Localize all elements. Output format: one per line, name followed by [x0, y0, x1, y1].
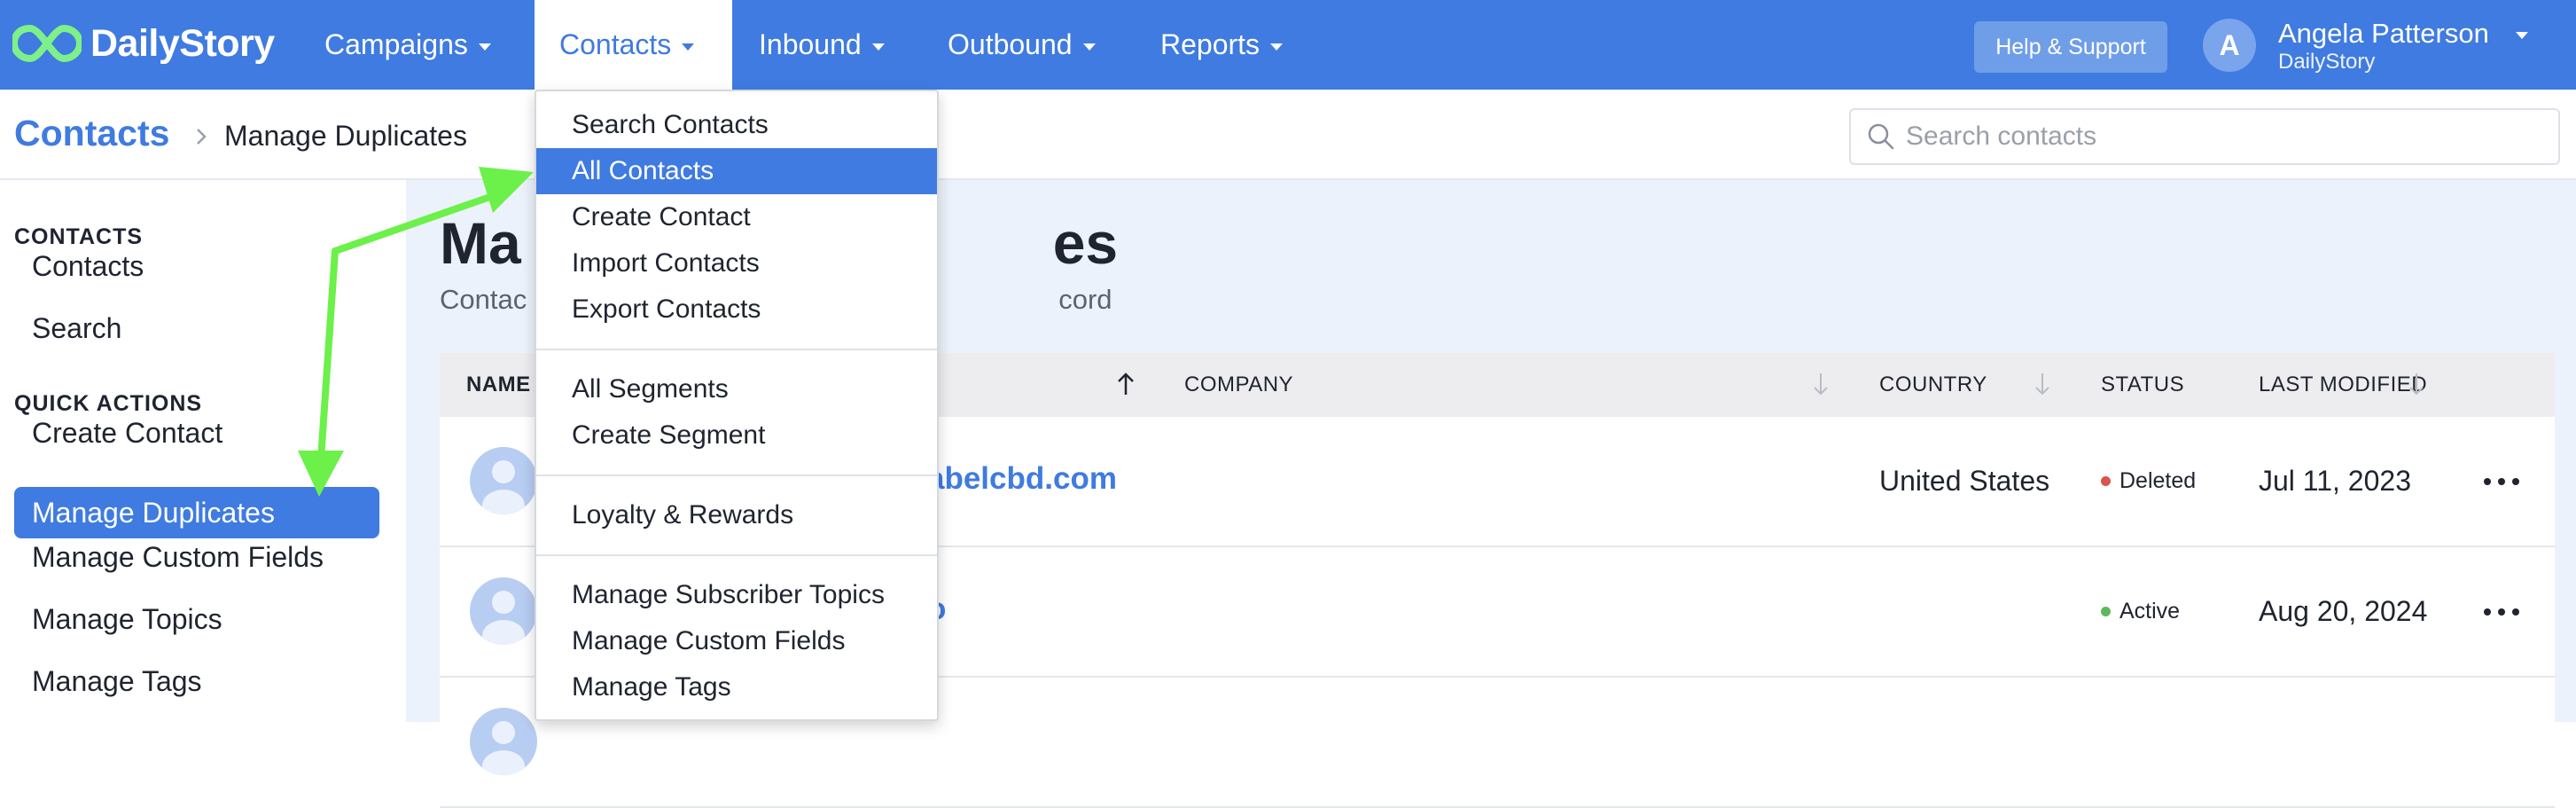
sort-descending-icon[interactable] [1810, 371, 1831, 397]
status-dot-icon [2101, 476, 2111, 486]
nav-contacts-label: Contacts [559, 28, 672, 60]
contact-avatar-icon [470, 577, 537, 645]
brand-logo[interactable]: DailyStory [12, 16, 275, 71]
breadcrumb-contacts-link[interactable]: Contacts [14, 113, 169, 154]
contact-email-link[interactable]: abelcbd.com [927, 461, 1117, 497]
menu-divider [536, 349, 937, 350]
menu-item-all-segments[interactable]: All Segments [536, 366, 937, 412]
menu-item-manage-custom-fields[interactable]: Manage Custom Fields [536, 618, 937, 664]
nav-inbound-label: Inbound [759, 28, 862, 60]
column-header-country[interactable]: COUNTRY [1879, 373, 1987, 397]
page-title-left: Ma [440, 210, 521, 276]
sort-descending-icon[interactable] [2406, 371, 2427, 397]
caret-down-icon [1082, 43, 1096, 51]
caret-down-icon [478, 43, 491, 51]
sidebar-item-manage-tags[interactable]: Manage Tags [14, 655, 379, 707]
contacts-dropdown-menu: Search Contacts All Contacts Create Cont… [535, 90, 939, 721]
menu-item-manage-subscriber-topics[interactable]: Manage Subscriber Topics [536, 572, 937, 618]
column-header-name[interactable]: NAME [466, 373, 531, 397]
sort-descending-icon[interactable] [2032, 371, 2053, 397]
page-title-right: es [1052, 210, 1119, 276]
nav-inbound[interactable]: Inbound [759, 0, 885, 90]
nav-outbound-label: Outbound [948, 28, 1073, 60]
search-icon [1868, 123, 1894, 150]
page-subtitle-right: cord [1058, 284, 1112, 315]
menu-item-import-contacts[interactable]: Import Contacts [536, 240, 937, 286]
nav-campaigns-label: Campaigns [324, 28, 468, 60]
menu-item-all-contacts[interactable]: All Contacts [536, 148, 937, 194]
contact-country: United States [1879, 465, 2050, 497]
user-org: DailyStory [2278, 50, 2376, 74]
user-name[interactable]: Angela Patterson [2278, 18, 2489, 50]
infinity-logo-icon [12, 24, 82, 63]
nav-reports-label: Reports [1160, 28, 1261, 60]
nav-outbound[interactable]: Outbound [948, 0, 1096, 90]
sidebar-item-search[interactable]: Search [14, 302, 379, 354]
search-contacts-input[interactable] [1904, 117, 2528, 156]
column-header-last-modified[interactable]: LAST MODIFIED [2259, 373, 2427, 397]
top-navigation-bar: DailyStory Campaigns Contacts Inbound Ou… [0, 0, 2576, 90]
menu-divider [536, 475, 937, 476]
sidebar-item-create-contact[interactable]: Create Contact [14, 407, 379, 459]
chevron-right-icon [197, 129, 207, 145]
help-support-button[interactable]: Help & Support [1974, 21, 2167, 73]
sort-ascending-icon[interactable] [1115, 371, 1136, 397]
user-avatar[interactable]: A [2203, 19, 2256, 72]
row-actions-more-icon[interactable] [2484, 606, 2519, 618]
contact-avatar-icon [470, 708, 537, 775]
status-label: Active [2119, 599, 2181, 624]
last-modified-date: Aug 20, 2024 [2259, 595, 2428, 627]
row-actions-more-icon[interactable] [2484, 475, 2519, 488]
menu-item-search-contacts[interactable]: Search Contacts [536, 102, 937, 148]
menu-divider [536, 554, 937, 556]
user-menu-caret-icon[interactable] [2516, 32, 2528, 39]
status-badge: Active [2101, 599, 2180, 624]
caret-down-icon [682, 43, 695, 51]
page-subtitle-left: Contac [440, 284, 527, 315]
status-label: Deleted [2119, 468, 2197, 493]
sidebar: CONTACTS Contacts Search QUICK ACTIONS C… [0, 180, 406, 722]
caret-down-icon [1270, 43, 1284, 51]
column-header-company[interactable]: COMPANY [1184, 373, 1293, 397]
contact-avatar-icon [470, 447, 537, 514]
nav-campaigns[interactable]: Campaigns [324, 0, 491, 90]
status-badge: Deleted [2101, 468, 2196, 494]
caret-down-icon [871, 43, 885, 51]
nav-reports[interactable]: Reports [1160, 0, 1284, 90]
status-dot-icon [2101, 607, 2111, 616]
sidebar-item-manage-topics[interactable]: Manage Topics [14, 593, 379, 645]
brand-name: DailyStory [90, 21, 275, 65]
column-header-status[interactable]: STATUS [2101, 373, 2184, 397]
sidebar-item-manage-custom-fields[interactable]: Manage Custom Fields [14, 531, 379, 583]
menu-item-manage-tags[interactable]: Manage Tags [536, 664, 937, 710]
breadcrumb-current: Manage Duplicates [224, 120, 467, 152]
last-modified-date: Jul 11, 2023 [2259, 465, 2411, 497]
nav-contacts[interactable]: Contacts [535, 0, 732, 90]
sidebar-item-contacts[interactable]: Contacts [14, 240, 379, 292]
menu-item-export-contacts[interactable]: Export Contacts [536, 286, 937, 333]
menu-item-create-contact[interactable]: Create Contact [536, 194, 937, 240]
search-box [1849, 108, 2560, 165]
breadcrumb-bar: Contacts Manage Duplicates [0, 90, 2576, 180]
menu-item-create-segment[interactable]: Create Segment [536, 412, 937, 459]
menu-item-loyalty-rewards[interactable]: Loyalty & Rewards [536, 492, 937, 538]
